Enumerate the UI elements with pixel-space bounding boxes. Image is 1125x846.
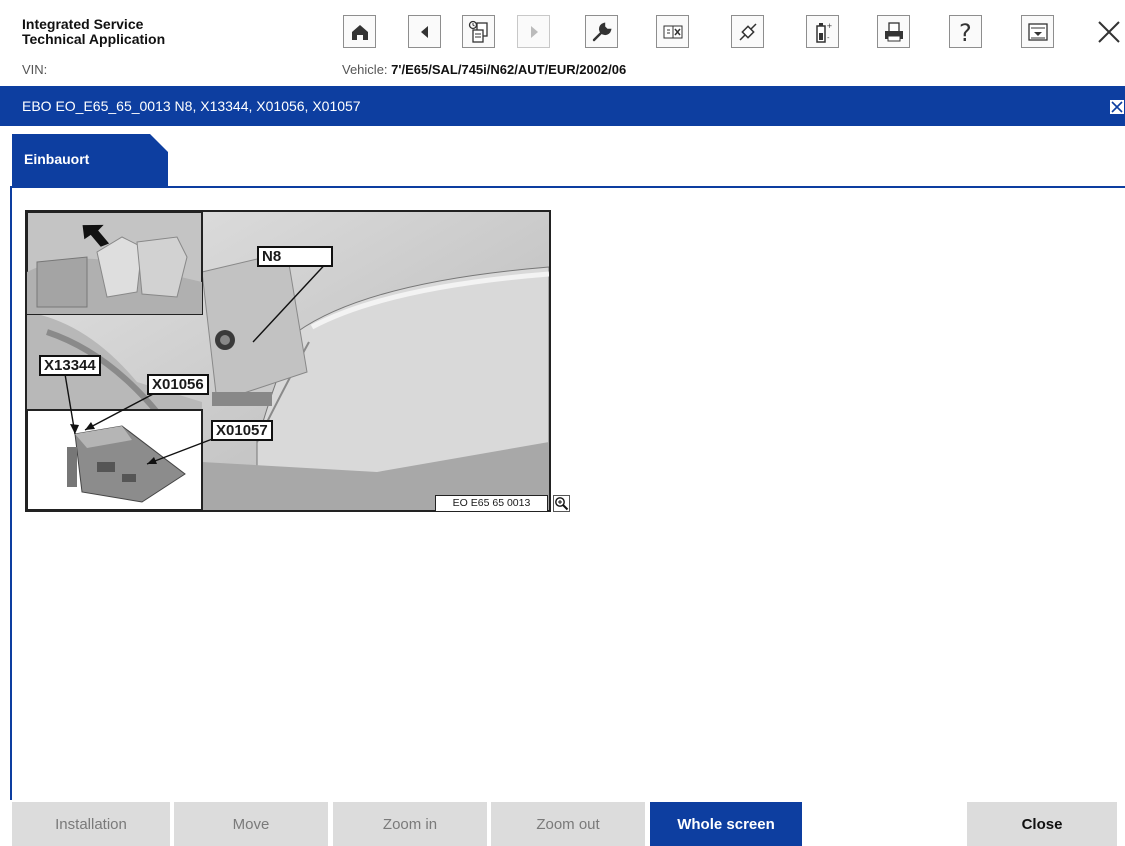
battery-button[interactable]: + - [806, 15, 839, 48]
app-title-line-1: Integrated Service [22, 16, 144, 32]
zoom-in-button[interactable]: Zoom in [333, 802, 487, 846]
documents-icon [468, 20, 488, 43]
vehicle-label: Vehicle: [342, 62, 388, 77]
figure-caption: EO E65 65 0013 [435, 495, 548, 512]
forward-icon [530, 25, 538, 38]
callout-x01057: X01057 [211, 420, 273, 441]
dropdown-icon [1027, 22, 1048, 41]
connector-icon [738, 22, 757, 41]
bottom-button-bar: Installation Move Zoom in Zoom out Whole… [0, 800, 1125, 846]
wrench-icon [592, 21, 612, 41]
forward-button[interactable] [517, 15, 550, 48]
split-view-icon [663, 25, 682, 38]
magnifier-icon [555, 497, 569, 511]
tab-einbauort[interactable]: Einbauort [12, 134, 168, 188]
document-title-bar: EBO EO_E65_65_0013 N8, X13344, X01056, X… [0, 86, 1125, 126]
battery-icon: + - [815, 22, 832, 43]
help-icon: ? [959, 20, 972, 44]
dropdown-button[interactable] [1021, 15, 1054, 48]
app-title: Integrated Service Technical Application [22, 17, 165, 47]
close-icon [1097, 20, 1120, 43]
tab-strip: Einbauort [0, 126, 1125, 188]
whole-screen-button[interactable]: Whole screen [650, 802, 802, 846]
home-icon [351, 24, 368, 40]
svg-text:-: - [827, 34, 830, 42]
svg-text:+: + [826, 22, 832, 30]
close-button[interactable]: Close [967, 802, 1117, 846]
documents-button[interactable] [462, 15, 495, 48]
wrench-button[interactable] [585, 15, 618, 48]
split-view-button[interactable] [656, 15, 689, 48]
zoom-out-button[interactable]: Zoom out [491, 802, 645, 846]
app-header: Integrated Service Technical Application [0, 0, 1125, 58]
close-icon [1111, 101, 1123, 113]
printer-button[interactable] [877, 15, 910, 48]
vehicle-value: 7'/E65/SAL/745i/N62/AUT/EUR/2002/06 [391, 62, 627, 77]
callout-x01056: X01056 [147, 374, 209, 395]
back-icon [420, 25, 428, 38]
home-button[interactable] [343, 15, 376, 48]
printer-icon [884, 21, 903, 41]
document-close-button[interactable] [1109, 99, 1125, 115]
installation-figure: N8 X13344 X01056 X01057 [25, 210, 551, 512]
svg-text:?: ? [959, 20, 972, 44]
close-app-button[interactable] [1092, 15, 1125, 48]
connector-button[interactable] [731, 15, 764, 48]
callout-x13344: X13344 [39, 355, 101, 376]
zoom-figure-button[interactable] [553, 495, 570, 512]
callout-n8: N8 [257, 246, 333, 267]
vehicle-info: Vehicle: 7'/E65/SAL/745i/N62/AUT/EUR/200… [342, 62, 626, 77]
app-title-line-2: Technical Application [22, 31, 166, 47]
back-button[interactable] [408, 15, 441, 48]
vehicle-info-row: VIN: Vehicle: 7'/E65/SAL/745i/N62/AUT/EU… [0, 58, 1125, 86]
vin-label: VIN: [22, 62, 48, 77]
move-button[interactable]: Move [174, 802, 328, 846]
document-title: EBO EO_E65_65_0013 N8, X13344, X01056, X… [22, 98, 361, 114]
help-button[interactable]: ? [949, 15, 982, 48]
installation-button[interactable]: Installation [12, 802, 170, 846]
